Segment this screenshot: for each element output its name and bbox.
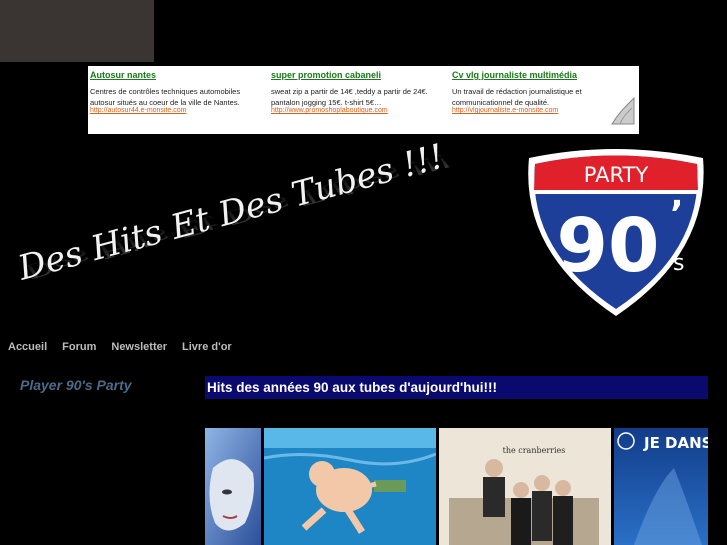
ad-url[interactable]: http://vlgjournaliste.e-monsite.com — [452, 107, 558, 114]
ad-title[interactable]: Cv vlg journaliste multimédia — [452, 70, 577, 80]
ad-text: sweat zip a partir de 14€ ,teddy a parti… — [271, 87, 428, 107]
ad-title[interactable]: super promotion cabaneli — [271, 70, 381, 80]
slogan-text: Des Hits Et Des Tubes !!! — [13, 140, 448, 289]
nav-newsletter[interactable]: Newsletter — [111, 341, 167, 353]
nav-livre-dor[interactable]: Livre d'or — [182, 341, 232, 353]
nav-accueil[interactable]: Accueil — [8, 341, 47, 353]
site-banner: Des Hits Et Des Tubes !!! Des Hits Et De… — [13, 140, 704, 316]
main-nav: Accueil Forum Newsletter Livre d'or — [8, 341, 247, 353]
logo-party-text: PARTY — [584, 163, 649, 187]
content-heading: Hits des années 90 aux tubes d'aujourd'h… — [207, 380, 497, 395]
cover-band-name: the cranberries — [503, 446, 566, 455]
logo-apostrophe: ’ — [670, 194, 684, 235]
sidebar-player-title: Player 90's Party — [20, 377, 132, 393]
cover-title: JE DANS — [643, 434, 708, 452]
ad-text: Centres de contrôles techniques automobi… — [90, 87, 241, 107]
ad-title[interactable]: Autosur nantes — [90, 70, 156, 80]
ad-url[interactable]: http://www.promoshoplaboutique.com — [271, 107, 388, 114]
header-block — [0, 0, 154, 62]
album-cover-cranberries[interactable]: the cranberries — [439, 428, 611, 545]
party-90s-logo: PARTY 90 ’ s — [528, 149, 704, 316]
ad-url[interactable]: http://autosur44.e-monsite.com — [90, 107, 187, 114]
album-cover-1[interactable] — [205, 428, 261, 545]
album-cover-je-dans[interactable]: JE DANS — [614, 428, 708, 545]
nav-forum[interactable]: Forum — [62, 341, 96, 353]
logo-number: 90 — [557, 203, 660, 289]
ad-arrow-icon — [611, 96, 635, 125]
content-heading-bar: Hits des années 90 aux tubes d'aujourd'h… — [205, 376, 708, 399]
banner-slogan: Des Hits Et Des Tubes !!! Des Hits Et De… — [13, 140, 453, 289]
ad-banner: Autosur nantes Centres de contrôles tech… — [88, 66, 639, 134]
ad-text: Un travail de rédaction journalistique e… — [452, 87, 582, 107]
album-cover-nevermind[interactable] — [264, 428, 436, 545]
logo-suffix: s — [673, 251, 684, 276]
